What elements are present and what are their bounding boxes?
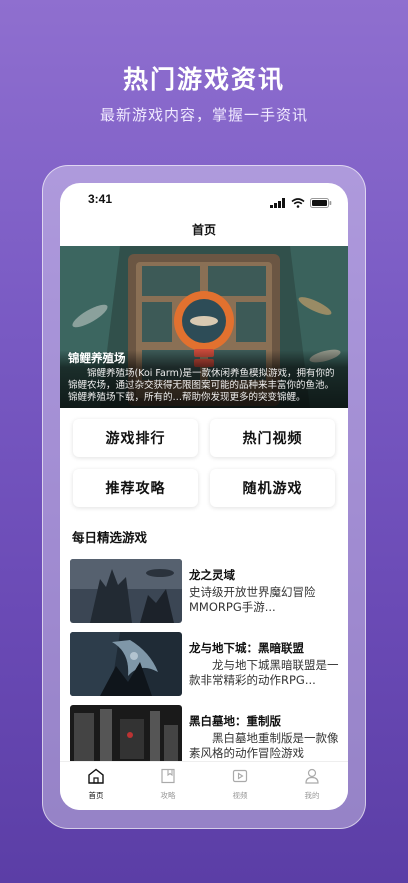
game-thumbnail	[70, 705, 182, 769]
status-time: 3:41	[88, 192, 113, 206]
cellular-signal-icon	[270, 193, 286, 212]
video-icon	[204, 768, 276, 788]
tab-label: 攻略	[160, 791, 176, 800]
recommended-guides-button[interactable]: 推荐攻略	[73, 469, 198, 507]
game-description: 史诗级开放世界魔幻冒险MMORPG手游...	[189, 585, 316, 614]
tab-videos[interactable]: 视频	[204, 768, 276, 801]
user-icon	[276, 768, 348, 788]
phone-screen: 3:41 首页 锦鲤养殖场 锦鲤养殖场(Koi Farm)是一款休闲养鱼模拟游戏…	[60, 183, 348, 810]
tab-guides[interactable]: 攻略	[132, 768, 204, 801]
hero-subtitle: 最新游戏内容，掌握一手资讯	[99, 106, 308, 124]
battery-icon	[310, 193, 332, 212]
featured-banner[interactable]: 锦鲤养殖场 锦鲤养殖场(Koi Farm)是一款休闲养鱼模拟游戏，拥有你的锦鲤农…	[60, 246, 348, 408]
book-icon	[132, 768, 204, 788]
game-ranking-button[interactable]: 游戏排行	[73, 419, 198, 457]
game-list-item[interactable]: 黑白墓地：重制版 黑白墓地重制版是一款像素风格的动作冒险游戏	[70, 705, 340, 769]
hot-videos-button[interactable]: 热门视频	[210, 419, 335, 457]
game-thumbnail	[70, 632, 182, 696]
wifi-icon	[291, 193, 305, 212]
tab-home[interactable]: 首页	[60, 768, 132, 801]
game-thumbnail	[70, 559, 182, 623]
game-list-item[interactable]: 龙与地下城：黑暗联盟 龙与地下城黑暗联盟是一款非常精彩的动作RPG...	[70, 632, 340, 696]
tab-label: 我的	[304, 791, 320, 800]
game-description: 龙与地下城黑暗联盟是一款非常精彩的动作RPG...	[189, 658, 339, 687]
tab-bar: 首页 攻略 视频 我的	[60, 761, 348, 810]
tab-label: 视频	[232, 791, 248, 800]
status-icons	[270, 193, 332, 212]
game-list-item[interactable]: 龙之灵域 史诗级开放世界魔幻冒险MMORPG手游...	[70, 559, 340, 623]
banner-title: 锦鲤养殖场	[68, 351, 126, 365]
banner-caption: 锦鲤养殖场 锦鲤养殖场(Koi Farm)是一款休闲养鱼模拟游戏，拥有你的锦鲤农…	[60, 350, 348, 408]
game-description: 黑白墓地重制版是一款像素风格的动作冒险游戏	[189, 731, 339, 760]
game-name: 龙之灵域	[189, 568, 235, 582]
random-game-button[interactable]: 随机游戏	[210, 469, 335, 507]
game-name: 龙与地下城：黑暗联盟	[189, 641, 304, 655]
tab-profile[interactable]: 我的	[276, 768, 348, 801]
hero-title: 热门游戏资讯	[122, 65, 285, 94]
section-title: 每日精选游戏	[72, 530, 148, 545]
game-name: 黑白墓地：重制版	[189, 714, 281, 728]
banner-description: 锦鲤养殖场(Koi Farm)是一款休闲养鱼模拟游戏，拥有你的锦鲤农场，通过杂交…	[68, 368, 335, 403]
tab-label: 首页	[88, 791, 104, 800]
status-bar: 3:41	[60, 183, 348, 217]
page-title: 首页	[191, 223, 216, 237]
home-icon	[60, 768, 132, 788]
